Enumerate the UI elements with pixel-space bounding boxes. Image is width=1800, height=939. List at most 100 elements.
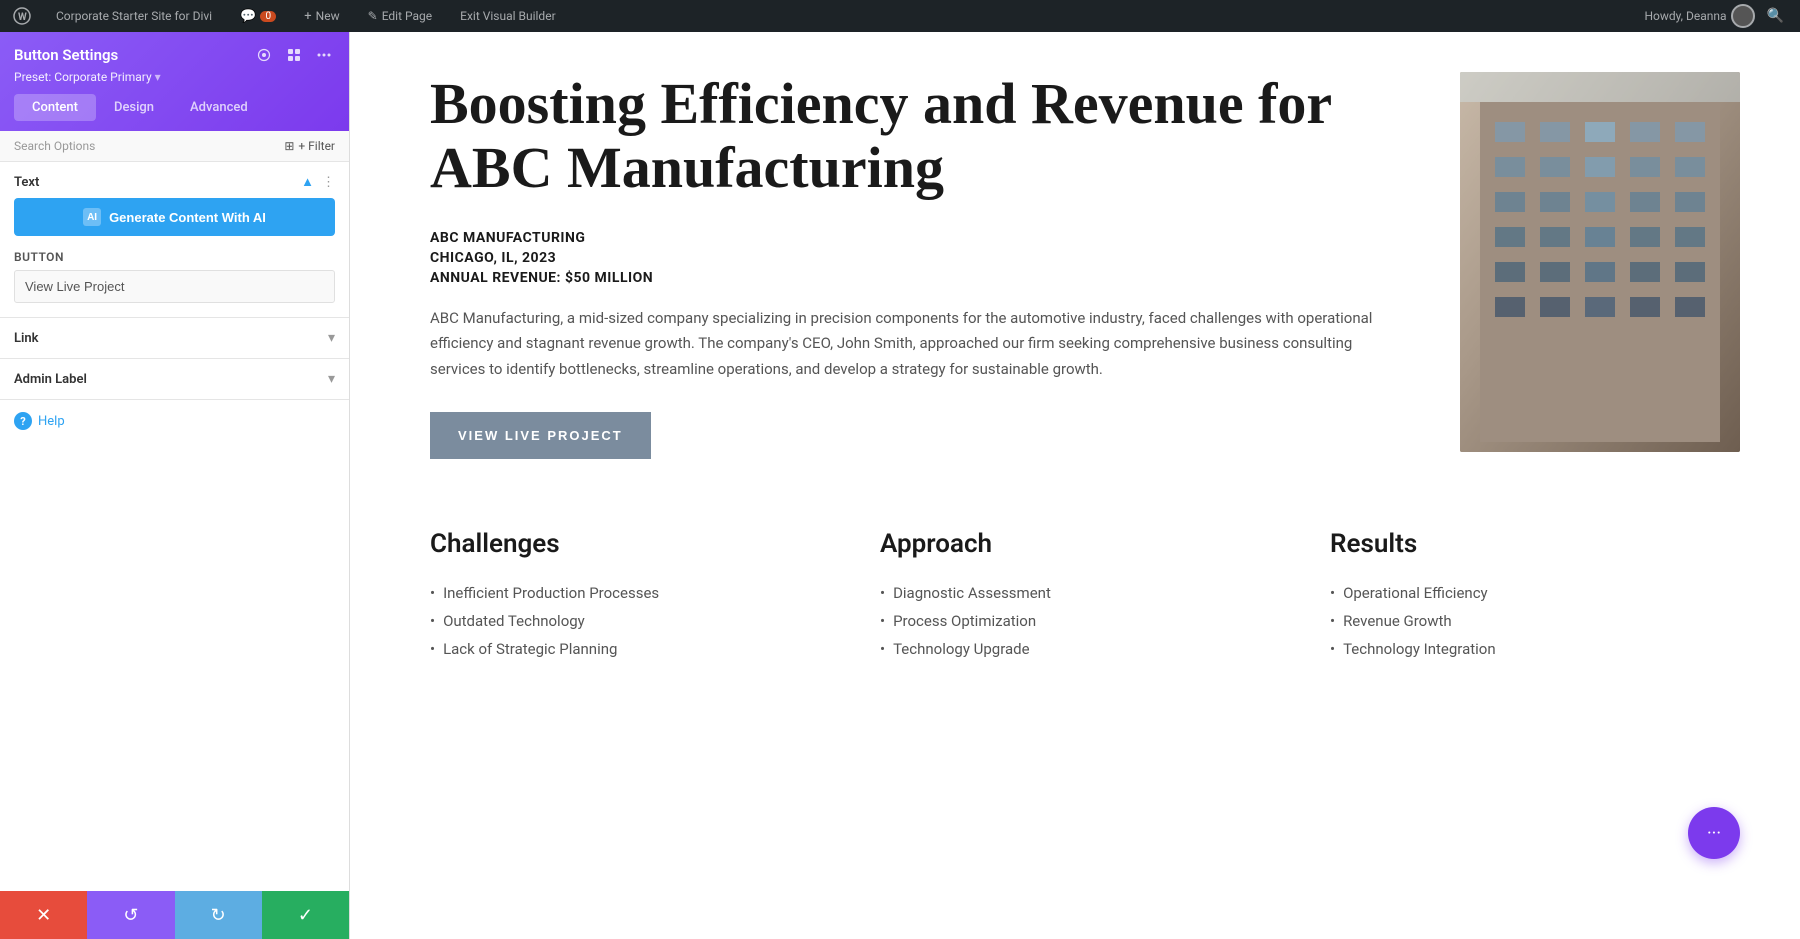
approach-title: Approach <box>880 529 1290 559</box>
cancel-icon: ✕ <box>36 905 51 926</box>
settings-header-icons <box>253 44 335 66</box>
exit-builder-link[interactable]: Exit Visual Builder <box>452 0 564 32</box>
location-year: CHICAGO, IL, 2023 <box>430 250 1400 266</box>
cancel-button[interactable]: ✕ <box>0 891 87 939</box>
challenges-title: Challenges <box>430 529 840 559</box>
save-button[interactable]: ✓ <box>262 891 349 939</box>
settings-header: Button Settings <box>0 32 349 131</box>
challenges-column: Challenges Inefficient Production Proces… <box>430 529 840 663</box>
list-item: Process Optimization <box>880 607 1290 635</box>
search-options-bar: Search Options ⊞ + Filter <box>0 131 349 162</box>
results-title: Results <box>1330 529 1740 559</box>
avatar[interactable] <box>1731 4 1755 28</box>
edit-page-link[interactable]: ✎ Edit Page <box>360 0 441 32</box>
floating-action-bubble[interactable]: ··· <box>1688 807 1740 859</box>
button-text-input[interactable] <box>14 270 335 303</box>
text-section-more-icon[interactable]: ⋮ <box>322 175 335 190</box>
admin-bar: W Corporate Starter Site for Divi 💬 0 + … <box>0 0 1800 32</box>
filter-icon: ⊞ <box>284 139 294 153</box>
building-svg <box>1460 72 1740 452</box>
admin-label-chevron-icon: ▾ <box>328 371 335 387</box>
text-section-icons: ▲ ⋮ <box>301 174 335 190</box>
hero-image <box>1460 72 1740 452</box>
annual-revenue: ANNUAL REVENUE: $50 MILLION <box>430 270 1400 286</box>
save-icon: ✓ <box>298 905 313 926</box>
admin-bar-right: Howdy, Deanna 🔍 <box>1644 4 1792 28</box>
panel-content: Text ▲ ⋮ AI Generate Content With AI But… <box>0 162 349 891</box>
left-panel: Button Settings <box>0 32 350 939</box>
site-name-label: Corporate Starter Site for Divi <box>56 9 212 23</box>
button-input-label: Button <box>14 250 335 264</box>
approach-list: Diagnostic Assessment Process Optimizati… <box>880 579 1290 663</box>
link-chevron-icon: ▾ <box>328 330 335 346</box>
grid-icon[interactable] <box>283 44 305 66</box>
results-column: Results Operational Efficiency Revenue G… <box>1330 529 1740 663</box>
filter-button[interactable]: ⊞ + Filter <box>284 139 335 153</box>
columns-section: Challenges Inefficient Production Proces… <box>430 509 1740 663</box>
page-title: Boosting Efficiency and Revenue for ABC … <box>430 72 1400 200</box>
comment-count: 0 <box>260 11 276 22</box>
company-name: ABC MANUFACTURING <box>430 230 1400 246</box>
collapse-text-icon[interactable]: ▲ <box>301 174 314 190</box>
undo-button[interactable]: ↺ <box>87 891 174 939</box>
comments-link[interactable]: 💬 0 <box>232 0 284 32</box>
admin-label-section: Admin Label ▾ <box>0 358 349 399</box>
filter-label: + Filter <box>298 139 335 153</box>
redo-icon: ↻ <box>211 905 226 926</box>
list-item: Technology Integration <box>1330 635 1740 663</box>
wp-logo-icon[interactable]: W <box>8 2 36 30</box>
main-layout: Button Settings <box>0 32 1800 939</box>
page-hero: Boosting Efficiency and Revenue for ABC … <box>430 72 1740 459</box>
ai-icon: AI <box>83 208 101 226</box>
hero-text: Boosting Efficiency and Revenue for ABC … <box>430 72 1400 459</box>
link-section-header[interactable]: Link ▾ <box>0 318 349 358</box>
bottom-toolbar: ✕ ↺ ↻ ✓ <box>0 891 349 939</box>
tab-content[interactable]: Content <box>14 94 96 121</box>
preset-line: Preset: Corporate Primary ▾ <box>14 70 335 84</box>
view-project-btn-label: VIEW LIVE PROJECT <box>458 428 623 443</box>
link-section: Link ▾ <box>0 317 349 358</box>
bubble-icon: ··· <box>1707 823 1721 844</box>
link-section-title: Link <box>14 331 39 346</box>
list-item: Diagnostic Assessment <box>880 579 1290 607</box>
edit-page-label: Edit Page <box>382 9 432 23</box>
copy-icon[interactable] <box>253 44 275 66</box>
list-item: Lack of Strategic Planning <box>430 635 840 663</box>
view-live-project-button[interactable]: VIEW LIVE PROJECT <box>430 412 651 459</box>
settings-tabs: Content Design Advanced <box>14 94 335 121</box>
tab-design[interactable]: Design <box>96 94 172 121</box>
admin-bar-left: W Corporate Starter Site for Divi 💬 0 + … <box>8 0 1644 32</box>
hero-description: ABC Manufacturing, a mid-sized company s… <box>430 306 1400 383</box>
admin-label-title: Admin Label <box>14 372 87 387</box>
exit-builder-label: Exit Visual Builder <box>460 9 556 23</box>
generate-content-button[interactable]: AI Generate Content With AI <box>14 198 335 236</box>
svg-text:W: W <box>18 12 27 23</box>
hero-meta: ABC MANUFACTURING CHICAGO, IL, 2023 ANNU… <box>430 230 1400 286</box>
challenges-list: Inefficient Production Processes Outdate… <box>430 579 840 663</box>
new-label: New <box>316 9 340 23</box>
list-item: Outdated Technology <box>430 607 840 635</box>
settings-header-top: Button Settings <box>14 44 335 66</box>
content-area: Boosting Efficiency and Revenue for ABC … <box>350 32 1800 939</box>
site-name-link[interactable]: Corporate Starter Site for Divi <box>48 0 220 32</box>
help-section[interactable]: ? Help <box>0 399 349 442</box>
list-item: Technology Upgrade <box>880 635 1290 663</box>
list-item: Operational Efficiency <box>1330 579 1740 607</box>
tab-advanced[interactable]: Advanced <box>172 94 266 121</box>
help-label: Help <box>38 414 65 429</box>
redo-button[interactable]: ↻ <box>175 891 262 939</box>
generate-btn-label: Generate Content With AI <box>109 210 266 225</box>
approach-column: Approach Diagnostic Assessment Process O… <box>880 529 1290 663</box>
button-input-group: Button <box>0 250 349 317</box>
results-list: Operational Efficiency Revenue Growth Te… <box>1330 579 1740 663</box>
preset-label: Preset: Corporate Primary <box>14 70 152 84</box>
admin-label-header[interactable]: Admin Label ▾ <box>0 359 349 399</box>
new-content-link[interactable]: + New <box>296 0 347 32</box>
text-section-title: Text <box>14 175 39 190</box>
more-options-icon[interactable] <box>313 44 335 66</box>
search-options-label: Search Options <box>14 139 95 153</box>
text-section-header: Text ▲ ⋮ <box>0 162 349 198</box>
settings-title: Button Settings <box>14 46 118 64</box>
search-icon[interactable]: 🔍 <box>1759 8 1792 24</box>
undo-icon: ↺ <box>123 905 138 926</box>
